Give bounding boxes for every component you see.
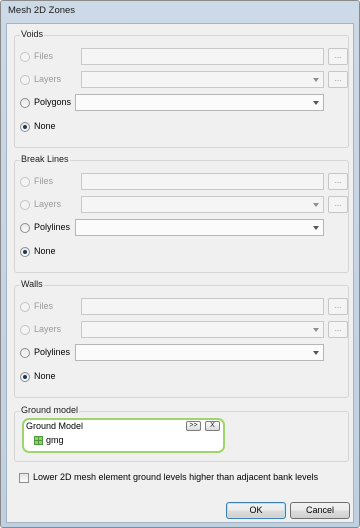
walls-polylines-radio[interactable] bbox=[20, 348, 30, 358]
ground-model-add-button[interactable]: >> bbox=[186, 421, 201, 431]
walls-none-row: None bbox=[15, 368, 348, 386]
voids-layers-radio[interactable] bbox=[20, 75, 30, 85]
walls-layers-radio[interactable] bbox=[20, 325, 30, 335]
walls-polylines-label: Polylines bbox=[34, 347, 71, 357]
voids-polygons-label: Polygons bbox=[34, 97, 72, 107]
walls-files-row: Files ... bbox=[15, 298, 348, 316]
walls-group: Walls Files ... Layers ... Polylines Non… bbox=[14, 279, 349, 398]
walls-files-field[interactable] bbox=[81, 298, 324, 315]
voids-files-label: Files bbox=[34, 51, 54, 61]
break-lines-none-row: None bbox=[15, 243, 348, 261]
break-lines-layers-browse-button[interactable]: ... bbox=[328, 196, 348, 213]
mesh-2d-zones-dialog: Mesh 2D Zones Voids Files ... Layers ...… bbox=[0, 0, 360, 528]
break-lines-files-label: Files bbox=[34, 176, 54, 186]
walls-layers-label: Layers bbox=[34, 324, 62, 334]
ground-model-box: Ground Model >> X gmg bbox=[22, 418, 225, 453]
break-lines-files-field[interactable] bbox=[81, 173, 324, 190]
ground-model-item-label: gmg bbox=[46, 435, 64, 445]
break-lines-layers-radio[interactable] bbox=[20, 200, 30, 210]
ok-button[interactable]: OK bbox=[226, 502, 286, 519]
ground-model-remove-button[interactable]: X bbox=[205, 421, 220, 431]
voids-files-radio[interactable] bbox=[20, 52, 30, 62]
break-lines-none-radio[interactable] bbox=[20, 247, 30, 257]
dialog-body: Voids Files ... Layers ... Polygons None… bbox=[6, 23, 354, 523]
walls-layers-select[interactable] bbox=[81, 321, 324, 338]
chevron-down-icon bbox=[313, 78, 319, 82]
break-lines-polylines-row: Polylines bbox=[15, 219, 348, 237]
voids-none-radio[interactable] bbox=[20, 122, 30, 132]
break-lines-layers-select[interactable] bbox=[81, 196, 324, 213]
chevron-down-icon bbox=[313, 328, 319, 332]
window-title: Mesh 2D Zones bbox=[8, 5, 76, 16]
walls-none-radio[interactable] bbox=[20, 372, 30, 382]
break-lines-polylines-label: Polylines bbox=[34, 222, 71, 232]
ground-model-group-title: Ground model bbox=[20, 405, 80, 415]
break-lines-none-label: None bbox=[34, 246, 56, 256]
voids-none-row: None bbox=[15, 118, 348, 136]
break-lines-polylines-radio[interactable] bbox=[20, 223, 30, 233]
chevron-down-icon bbox=[313, 226, 319, 230]
title-bar: Mesh 2D Zones bbox=[2, 2, 358, 22]
chevron-down-icon bbox=[313, 203, 319, 207]
voids-files-browse-button[interactable]: ... bbox=[328, 48, 348, 65]
walls-layers-browse-button[interactable]: ... bbox=[328, 321, 348, 338]
voids-layers-select[interactable] bbox=[81, 71, 324, 88]
break-lines-polylines-select[interactable] bbox=[75, 219, 324, 236]
voids-group-title: Voids bbox=[20, 29, 45, 39]
walls-polylines-row: Polylines bbox=[15, 344, 348, 362]
voids-polygons-radio[interactable] bbox=[20, 98, 30, 108]
voids-layers-row: Layers ... bbox=[15, 71, 348, 89]
chevron-down-icon bbox=[313, 101, 319, 105]
walls-none-label: None bbox=[34, 371, 56, 381]
walls-layers-row: Layers ... bbox=[15, 321, 348, 339]
break-lines-layers-row: Layers ... bbox=[15, 196, 348, 214]
break-lines-group-title: Break Lines bbox=[20, 154, 70, 164]
walls-files-radio[interactable] bbox=[20, 302, 30, 312]
walls-polylines-select[interactable] bbox=[75, 344, 324, 361]
break-lines-files-radio[interactable] bbox=[20, 177, 30, 187]
voids-none-label: None bbox=[34, 121, 56, 131]
grid-icon bbox=[34, 436, 43, 445]
voids-files-row: Files ... bbox=[15, 48, 348, 66]
voids-polygons-select[interactable] bbox=[75, 94, 324, 111]
break-lines-layers-label: Layers bbox=[34, 199, 62, 209]
walls-files-label: Files bbox=[34, 301, 54, 311]
break-lines-files-browse-button[interactable]: ... bbox=[328, 173, 348, 190]
voids-layers-label: Layers bbox=[34, 74, 62, 84]
ground-model-box-label: Ground Model bbox=[26, 421, 84, 431]
walls-files-browse-button[interactable]: ... bbox=[328, 298, 348, 315]
lower-levels-checkbox[interactable] bbox=[19, 473, 29, 483]
voids-files-field[interactable] bbox=[81, 48, 324, 65]
chevron-down-icon bbox=[313, 351, 319, 355]
voids-layers-browse-button[interactable]: ... bbox=[328, 71, 348, 88]
break-lines-group: Break Lines Files ... Layers ... Polylin… bbox=[14, 154, 349, 273]
break-lines-files-row: Files ... bbox=[15, 173, 348, 191]
lower-levels-label: Lower 2D mesh element ground levels high… bbox=[33, 472, 319, 482]
voids-polygons-row: Polygons bbox=[15, 94, 348, 112]
walls-group-title: Walls bbox=[20, 279, 44, 289]
ground-model-group: Ground model Ground Model >> X gmg bbox=[14, 405, 349, 462]
cancel-button[interactable]: Cancel bbox=[290, 502, 350, 519]
voids-group: Voids Files ... Layers ... Polygons None bbox=[14, 29, 349, 148]
